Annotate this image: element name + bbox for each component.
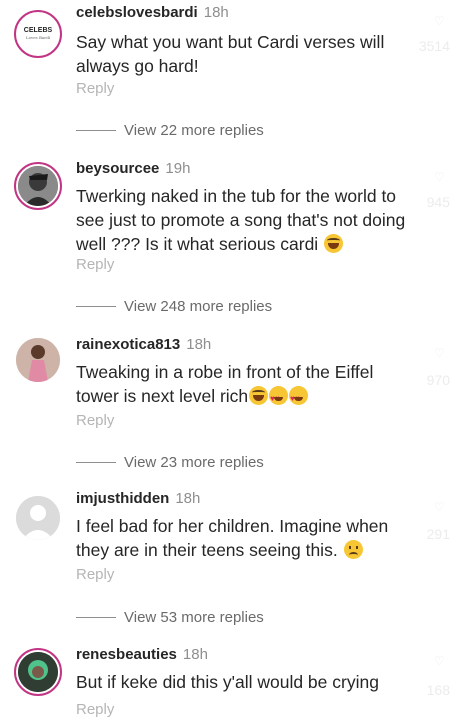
view-more-replies-label[interactable]: View 22 more replies (124, 122, 264, 139)
comment-username[interactable]: celebslovesbardi (76, 4, 198, 21)
comment-username[interactable]: imjusthidden (76, 490, 169, 507)
heart-icon[interactable]: ♡ (434, 500, 445, 514)
avatar-logo-subtext: Loves Bardi (25, 35, 51, 40)
frowning-emoji-icon (343, 540, 363, 559)
like-count: 970 (426, 372, 450, 388)
avatar-photo (16, 338, 60, 382)
view-more-replies-label[interactable]: View 248 more replies (124, 298, 272, 315)
view-more-replies[interactable]: View 53 more replies (76, 607, 264, 627)
view-more-replies[interactable]: View 23 more replies (76, 452, 264, 472)
avatar[interactable] (14, 336, 62, 384)
heart-icon[interactable]: ♡ (434, 654, 445, 668)
heart-icon[interactable]: ♡ (434, 14, 445, 28)
comment-text: Twerking naked in the tub for the world … (76, 184, 406, 256)
avatar-photo (18, 652, 58, 692)
comment-timestamp: 19h (165, 160, 191, 177)
default-avatar-icon (16, 496, 60, 540)
heart-eyes-emoji-icon (269, 386, 289, 411)
comment-text-content: I feel bad for her children. Imagine whe… (76, 516, 389, 560)
comment-text: I feel bad for her children. Imagine whe… (76, 514, 406, 562)
view-more-replies-label[interactable]: View 23 more replies (124, 454, 264, 471)
avatar[interactable] (14, 162, 62, 210)
comment-item: rainexotica813 18h Tweaking in a robe in … (0, 334, 474, 452)
view-more-replies[interactable]: View 22 more replies (76, 120, 264, 140)
comment-text-content: Tweaking in a robe in front of the Eiffe… (76, 362, 374, 406)
view-more-replies-label[interactable]: View 53 more replies (124, 609, 264, 626)
reply-button[interactable]: Reply (76, 256, 114, 273)
reply-button[interactable]: Reply (76, 412, 114, 429)
comment-item: imjusthidden 18h I feel bad for her child… (0, 488, 474, 608)
comment-text: Tweaking in a robe in front of the Eiffe… (76, 360, 406, 411)
reply-button[interactable]: Reply (76, 80, 114, 97)
like-count: 945 (426, 194, 450, 210)
comment-timestamp: 18h (175, 490, 201, 507)
view-more-replies[interactable]: View 248 more replies (76, 296, 272, 316)
divider-line (76, 461, 116, 463)
comment-username[interactable]: renesbeauties (76, 646, 177, 663)
comment-username[interactable]: beysourcee (76, 160, 159, 177)
avatar[interactable] (14, 494, 62, 542)
divider-line (76, 129, 116, 131)
comment-timestamp: 18h (203, 4, 229, 21)
grinning-emoji-icon (324, 234, 344, 253)
avatar-photo (18, 166, 58, 206)
comment-text: But if keke did this y'all would be cryi… (76, 672, 379, 692)
heart-icon[interactable]: ♡ (434, 346, 445, 360)
reply-button[interactable]: Reply (76, 701, 114, 718)
divider-line (76, 305, 116, 307)
comment-item: renesbeauties 18h But if keke did this y'… (0, 644, 474, 728)
comment-item: beysourcee 19h Twerking naked in the tub … (0, 156, 474, 296)
avatar[interactable] (14, 648, 62, 696)
divider-line (76, 616, 116, 618)
like-count: 168 (426, 682, 450, 698)
comment-timestamp: 18h (186, 336, 212, 353)
like-count: 3514 (418, 38, 450, 54)
comment-item: CELEBS Loves Bardi celebslovesbardi 18h S… (0, 0, 474, 120)
heart-eyes-emoji-icon (289, 386, 309, 411)
like-count: 291 (426, 526, 450, 542)
comment-username[interactable]: rainexotica813 (76, 336, 180, 353)
grinning-emoji-icon (249, 386, 269, 405)
avatar-logo-text: CELEBS (23, 27, 53, 34)
avatar[interactable]: CELEBS Loves Bardi (14, 10, 62, 58)
heart-icon[interactable]: ♡ (434, 170, 445, 184)
comment-text: Say what you want but Cardi verses will … (76, 32, 385, 76)
comment-timestamp: 18h (182, 646, 208, 663)
reply-button[interactable]: Reply (76, 566, 114, 583)
comment-text-content: Twerking naked in the tub for the world … (76, 186, 406, 254)
